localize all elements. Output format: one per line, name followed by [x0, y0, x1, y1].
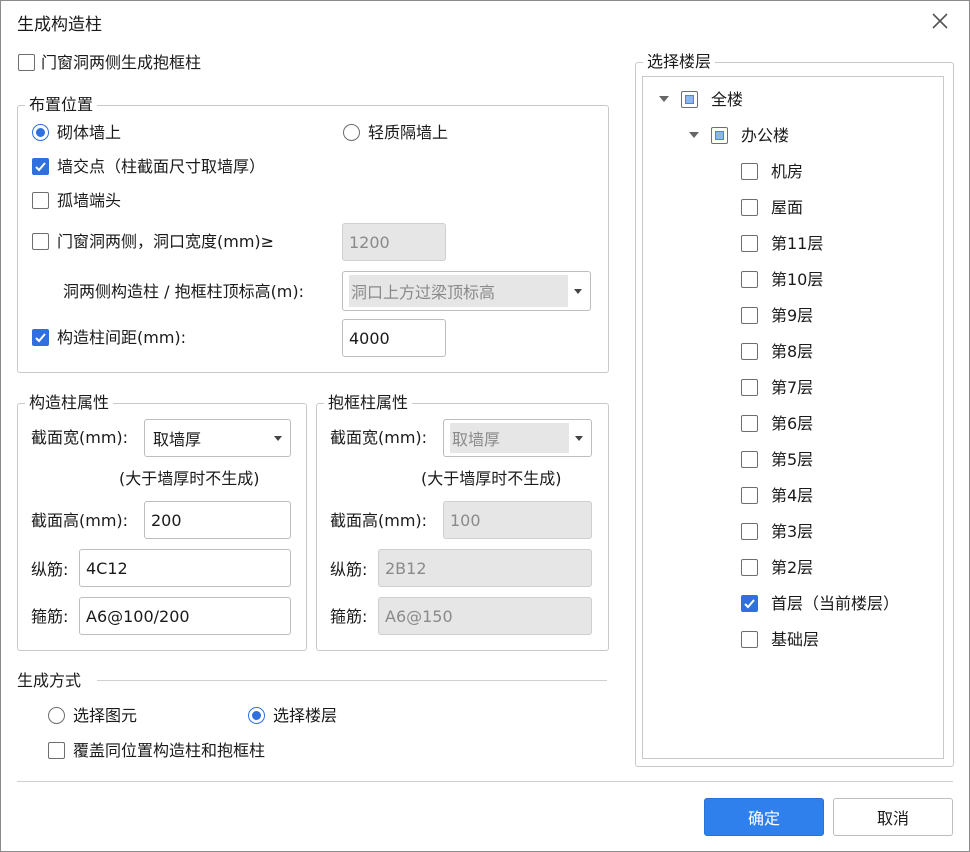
- col-width-value: 取墙厚: [153, 430, 202, 449]
- top-elevation-select[interactable]: 洞口上方过梁顶标高: [342, 271, 591, 311]
- col-long-bar-label: 纵筋:: [31, 560, 69, 579]
- spacing-label: 构造柱间距(mm):: [57, 328, 187, 347]
- expand-arrow-icon[interactable]: [659, 96, 669, 102]
- col-height-input[interactable]: 200: [144, 501, 291, 539]
- chevron-down-icon: [274, 436, 282, 441]
- floor-root-label: 全楼: [711, 90, 744, 109]
- radio-select-floor[interactable]: [248, 707, 265, 724]
- frame-height-input[interactable]: 100: [443, 501, 592, 539]
- floor-item-label: 第10层: [771, 270, 824, 289]
- floor-item-label: 第5层: [771, 450, 814, 469]
- gen-mode-divider: [97, 680, 607, 681]
- opening-sides-label: 门窗洞两侧，洞口宽度(mm)≥: [57, 232, 275, 251]
- radio-select-element[interactable]: [48, 707, 65, 724]
- close-icon[interactable]: [929, 10, 951, 32]
- gen-mode-legend: 生成方式: [17, 671, 82, 690]
- floor-checkbox[interactable]: [741, 559, 758, 576]
- frame-width-note: (大于墙厚时不生成): [421, 469, 562, 488]
- wall-intersection-label: 墙交点（柱截面尺寸取墙厚）: [57, 157, 266, 176]
- floor-item-label: 首层（当前楼层）: [771, 594, 900, 613]
- floor-item-label: 基础层: [771, 630, 820, 649]
- frame-height-label: 截面高(mm):: [330, 511, 428, 530]
- chevron-down-icon: [574, 289, 582, 294]
- frame-long-bar-label: 纵筋:: [330, 560, 368, 579]
- placement-legend: 布置位置: [25, 95, 98, 115]
- chevron-down-icon: [575, 436, 583, 441]
- floor-building-checkbox[interactable]: [711, 127, 728, 144]
- radio-light-partition-label: 轻质隔墙上: [368, 123, 449, 142]
- floor-checkbox[interactable]: [741, 199, 758, 216]
- frame-width-label: 截面宽(mm):: [330, 428, 428, 447]
- floor-checkbox[interactable]: [741, 271, 758, 288]
- floor-item-label: 第4层: [771, 486, 814, 505]
- spacing-input[interactable]: 4000: [342, 319, 446, 357]
- expand-arrow-icon[interactable]: [689, 132, 699, 138]
- footer-divider: [17, 781, 953, 782]
- overwrite-label: 覆盖同位置构造柱和抱框柱: [73, 741, 266, 760]
- frame-stirrup-label: 箍筋:: [330, 607, 368, 626]
- spacing-checkbox[interactable]: [32, 329, 49, 346]
- floor-checkbox[interactable]: [741, 523, 758, 540]
- radio-masonry-wall[interactable]: [32, 124, 49, 141]
- floor-item-label: 第11层: [771, 234, 824, 253]
- floor-item-label: 第2层: [771, 558, 814, 577]
- floor-checkbox[interactable]: [741, 235, 758, 252]
- floor-item-label: 第6层: [771, 414, 814, 433]
- construct-column-dialog: 生成构造柱 门窗洞两侧生成抱框柱 布置位置 砌体墙上 轻质隔墙上 墙交点（柱截面…: [0, 0, 970, 852]
- col-stirrup-input[interactable]: A6@100/200: [79, 597, 291, 635]
- radio-masonry-wall-label: 砌体墙上: [57, 123, 122, 142]
- floor-item-label: 第7层: [771, 378, 814, 397]
- frame-width-value: 取墙厚: [452, 430, 501, 449]
- door-window-frame-checkbox[interactable]: [18, 54, 35, 71]
- floor-checkbox[interactable]: [741, 595, 758, 612]
- frame-long-bar-input[interactable]: 2B12: [378, 549, 592, 587]
- frame-props-legend: 抱框柱属性: [324, 393, 413, 413]
- floor-checkbox[interactable]: [741, 631, 758, 648]
- floor-select-legend: 选择楼层: [643, 52, 716, 72]
- lone-wall-end-checkbox[interactable]: [32, 192, 49, 209]
- col-width-label: 截面宽(mm):: [31, 428, 129, 447]
- floor-checkbox[interactable]: [741, 451, 758, 468]
- floor-root-checkbox[interactable]: [681, 91, 698, 108]
- radio-select-element-label: 选择图元: [73, 706, 138, 725]
- floor-item-label: 第8层: [771, 342, 814, 361]
- frame-stirrup-input[interactable]: A6@150: [378, 597, 592, 635]
- floor-checkbox[interactable]: [741, 379, 758, 396]
- floor-building-label: 办公楼: [741, 126, 790, 145]
- floor-item-label: 第3层: [771, 522, 814, 541]
- floor-checkbox[interactable]: [741, 163, 758, 180]
- col-long-bar-input[interactable]: 4C12: [79, 549, 291, 587]
- opening-width-input[interactable]: 1200: [342, 223, 446, 261]
- radio-select-floor-label: 选择楼层: [273, 706, 338, 725]
- col-width-note: (大于墙厚时不生成): [119, 469, 260, 488]
- door-window-frame-label: 门窗洞两侧生成抱框柱: [41, 53, 202, 72]
- col-width-select[interactable]: 取墙厚: [144, 419, 291, 457]
- col-height-label: 截面高(mm):: [31, 511, 129, 530]
- ok-button[interactable]: 确定: [704, 798, 824, 836]
- top-elevation-value: 洞口上方过梁顶标高: [351, 283, 496, 302]
- col-stirrup-label: 箍筋:: [31, 607, 69, 626]
- floor-item-label: 屋面: [771, 198, 804, 217]
- floor-checkbox[interactable]: [741, 343, 758, 360]
- floor-checkbox[interactable]: [741, 307, 758, 324]
- floor-checkbox[interactable]: [741, 415, 758, 432]
- dialog-title: 生成构造柱: [17, 15, 102, 35]
- floor-item-label: 第9层: [771, 306, 814, 325]
- opening-sides-checkbox[interactable]: [32, 233, 49, 250]
- overwrite-checkbox[interactable]: [48, 742, 65, 759]
- radio-light-partition[interactable]: [343, 124, 360, 141]
- floor-item-label: 机房: [771, 162, 804, 181]
- frame-width-select[interactable]: 取墙厚: [443, 419, 592, 457]
- lone-wall-end-label: 孤墙端头: [57, 191, 122, 210]
- wall-intersection-checkbox[interactable]: [32, 158, 49, 175]
- column-props-legend: 构造柱属性: [25, 393, 114, 413]
- floor-checkbox[interactable]: [741, 487, 758, 504]
- cancel-button[interactable]: 取消: [833, 798, 953, 836]
- top-elevation-label: 洞两侧构造柱 / 抱框柱顶标高(m):: [63, 282, 305, 301]
